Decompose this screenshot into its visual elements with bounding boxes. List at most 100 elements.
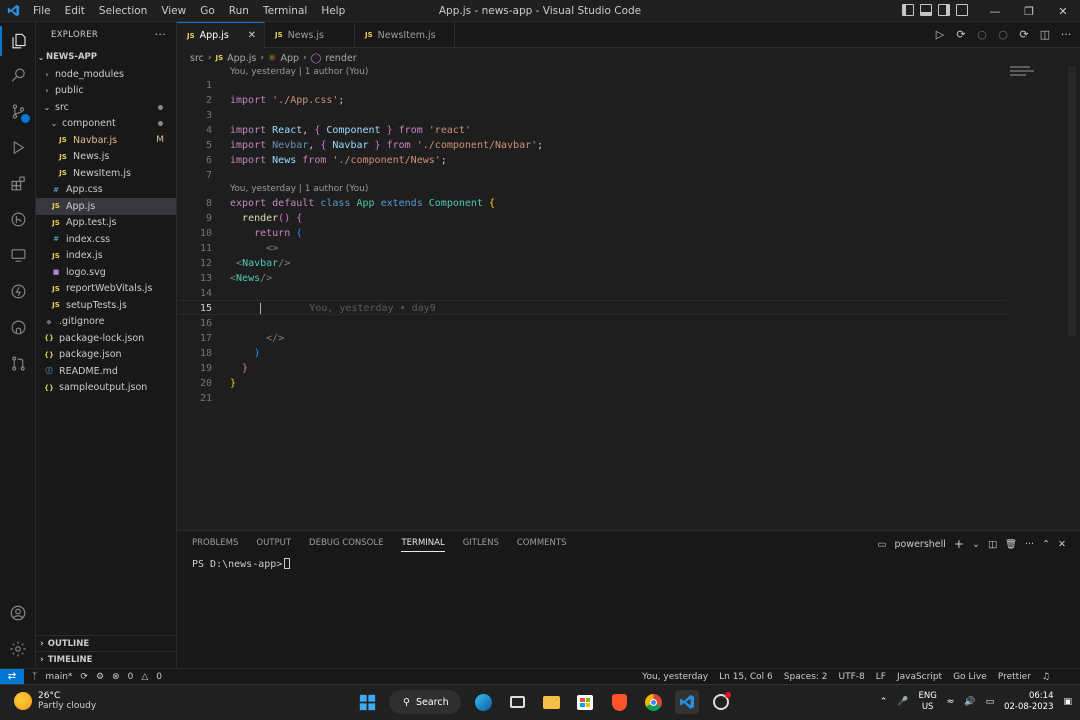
breadcrumb-file[interactable]: App.js [227,53,256,64]
search-icon[interactable] [0,60,36,90]
git-blame-status[interactable]: You, yesterday [642,672,708,682]
code-line[interactable]: 16 [177,316,1007,331]
toggle-panel-icon[interactable] [920,4,932,16]
tree-folder[interactable]: › node_modules [36,66,176,83]
code-line[interactable]: 7 [177,168,1007,183]
previous-change-icon[interactable]: ○ [976,28,988,41]
tree-file[interactable]: JS App.js [36,198,176,215]
microphone-icon[interactable]: 🎤 [897,697,908,707]
close-tab-icon[interactable]: ✕ [248,30,256,41]
outline-section[interactable]: › OUTLINE [36,635,177,651]
tree-file[interactable]: ◆ .gitignore [36,314,176,331]
git-branch[interactable]: main* [45,672,72,682]
code-line[interactable]: 4 import React, { Component } from 'react… [177,123,1007,138]
live-server-icon[interactable] [0,276,36,306]
code-line[interactable]: 12 <Navbar/> [177,256,1007,271]
codelens-authors[interactable]: You, yesterday | 1 author (You) [230,67,368,77]
code-line[interactable]: 2 import './App.css'; [177,93,1007,108]
tree-file[interactable]: JS reportWebVitals.js [36,281,176,298]
cursor-position[interactable]: Ln 15, Col 6 [719,672,773,682]
tree-file[interactable]: {} package.json [36,347,176,364]
tree-file[interactable]: # index.css [36,231,176,248]
minimize-icon[interactable]: — [978,0,1012,22]
prettier-status[interactable]: Prettier [998,672,1031,682]
menu-edit[interactable]: Edit [58,0,92,22]
source-control-icon[interactable] [0,96,36,126]
tab-terminal[interactable]: TERMINAL [401,538,445,552]
workspace-root[interactable]: ⌄ NEWS-APP [36,49,176,66]
weather-widget[interactable]: 26°C Partly cloudy [14,691,96,711]
language-mode[interactable]: JavaScript [897,672,942,682]
breadcrumb-method[interactable]: render [325,53,356,64]
encoding[interactable]: UTF-8 [839,672,865,682]
remote-icon[interactable]: ⇄ [0,668,24,685]
tab-problems[interactable]: PROBLEMS [192,538,238,552]
windows-start-icon[interactable] [355,690,379,714]
code-line[interactable]: 20} [177,376,1007,391]
microsoft-store-icon[interactable] [573,690,597,714]
edge-icon[interactable] [471,690,495,714]
clock[interactable]: 06:14 02-08-2023 [1004,691,1053,713]
code-line[interactable]: 11 <> [177,241,1007,256]
tree-folder[interactable]: ⌄ src [36,99,176,116]
terminal-shell-name[interactable]: powershell [894,539,945,550]
editor-scrollbar[interactable] [1068,66,1076,336]
tree-file[interactable]: JS Navbar.js M [36,132,176,149]
close-window-icon[interactable]: ✕ [1046,0,1080,22]
tab-newsitem-js[interactable]: JS NewsItem.js [355,22,455,48]
task-view-icon[interactable] [505,690,529,714]
terminal-output[interactable]: PS D:\news-app> [192,558,291,570]
close-panel-icon[interactable]: ✕ [1058,539,1066,550]
chevron-down-icon[interactable]: ⌄ [972,539,980,550]
new-terminal-icon[interactable]: + [954,537,964,551]
tree-file[interactable]: ■ logo.svg [36,264,176,281]
code-line[interactable]: 5 import Nevbar, { Navbar } from './compo… [177,138,1007,153]
tree-folder[interactable]: › public [36,83,176,100]
menu-terminal[interactable]: Terminal [256,0,314,22]
more-actions-icon[interactable]: ··· [1060,28,1072,41]
explorer-icon[interactable] [0,26,36,56]
account-icon[interactable] [0,598,36,628]
open-changes-icon[interactable]: ⟳ [955,28,967,41]
gitlens-icon[interactable] [0,204,36,234]
tab-app-js[interactable]: JS App.js ✕ [177,22,265,48]
code-line[interactable]: 17 </> [177,331,1007,346]
codelens-authors[interactable]: You, yesterday | 1 author (You) [230,184,368,194]
indentation[interactable]: Spaces: 2 [784,672,828,682]
wifi-icon[interactable]: ≈ [947,697,955,707]
code-line[interactable]: 6 import News from './component/News'; [177,153,1007,168]
maximize-panel-icon[interactable]: ⌃ [1042,539,1050,550]
remote-explorer-icon[interactable] [0,240,36,270]
error-count[interactable]: 0 [128,672,134,682]
tree-folder[interactable]: ⌄ component [36,116,176,133]
menu-file[interactable]: File [26,0,58,22]
code-line[interactable]: 13 <News/> [177,271,1007,286]
code-line[interactable]: 10 return ( [177,226,1007,241]
language-indicator[interactable]: ENG US [918,691,936,713]
menu-run[interactable]: Run [222,0,256,22]
menu-help[interactable]: Help [314,0,352,22]
timeline-section[interactable]: › TIMELINE [36,651,177,667]
github-icon[interactable] [0,312,36,342]
volume-icon[interactable]: 🔊 [964,697,975,707]
menu-view[interactable]: View [154,0,193,22]
code-line[interactable]: 18 ) [177,346,1007,361]
tree-file[interactable]: {} sampleoutput.json [36,380,176,397]
chrome-icon[interactable] [641,690,665,714]
code-line[interactable]: 19 } [177,361,1007,376]
run-debug-icon[interactable] [0,132,36,162]
minimap[interactable] [1010,66,1036,80]
tree-file[interactable]: ⓘ README.md [36,363,176,380]
brave-browser-icon[interactable] [607,690,631,714]
tab-debug-console[interactable]: DEBUG CONSOLE [309,538,383,552]
next-change-icon[interactable]: ○ [997,28,1009,41]
tree-file[interactable]: JS index.js [36,248,176,265]
code-line[interactable]: 14 [177,286,1007,301]
toggle-secondary-sidebar-icon[interactable] [938,4,950,16]
taskbar-search[interactable]: ⚲ Search [389,690,461,714]
menu-selection[interactable]: Selection [92,0,154,22]
gitlens-status-icon[interactable]: ⚙ [96,672,104,682]
battery-icon[interactable]: ▭ [986,697,995,707]
code-line[interactable]: 1 [177,78,1007,93]
warning-count[interactable]: 0 [156,672,162,682]
